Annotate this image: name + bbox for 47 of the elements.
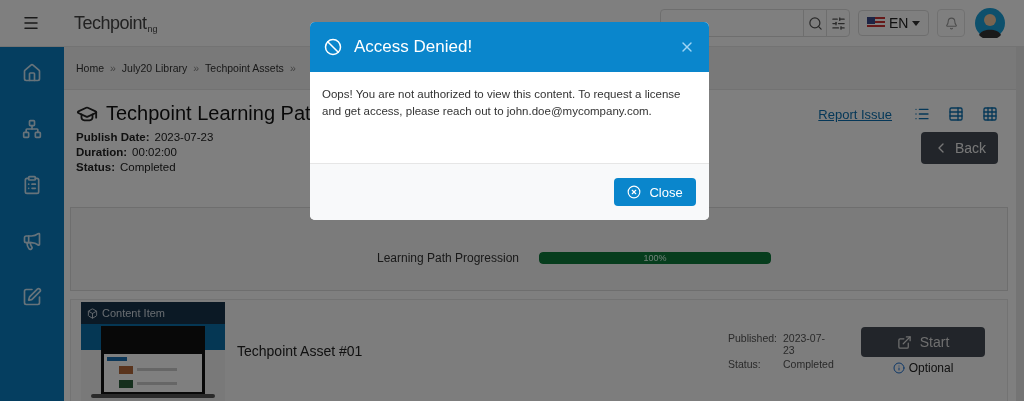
info-icon [892,362,905,374]
progress-label: Learning Path Progression [376,251,520,265]
start-button[interactable]: Start [861,327,985,357]
clipboard-icon[interactable] [22,175,42,195]
language-dropdown[interactable]: EN [858,10,930,36]
meta-value: Completed [120,161,176,173]
edit-icon[interactable] [22,287,42,307]
menu-icon[interactable] [22,14,40,32]
dialog-title: Access Denied! [354,37,474,57]
close-button[interactable]: Close [614,178,696,206]
megaphone-icon[interactable] [22,231,42,251]
breadcrumb-separator: » [193,62,200,74]
table-view-icon[interactable] [948,106,964,122]
report-issue-link[interactable]: Report Issue [818,106,892,122]
blocked-icon [324,38,342,56]
published-date: 2023-07-23 [783,332,827,356]
close-circle-icon [627,185,642,199]
meta-label: Publish Date: [76,131,150,143]
avatar[interactable] [975,8,1006,38]
flag-icon [867,17,885,29]
breadcrumb-link[interactable]: July20 Library [121,62,188,74]
breadcrumb-separator: » [110,62,116,74]
progress-reading: 100% [642,252,668,264]
cube-icon [87,307,98,319]
published-label: Published: [728,332,779,346]
meta-label: Duration: [76,146,128,158]
meta-value: 00:02:00 [132,146,177,158]
content-badge: Content Item [81,302,225,324]
back-button[interactable]: Back [920,132,998,164]
home-icon[interactable] [22,63,42,83]
external-link-icon [896,334,912,350]
optional-note: Optional [908,361,954,375]
list-view-icon[interactable] [914,106,930,122]
breadcrumb-link[interactable]: Home [76,62,104,74]
page-title: Techpoint Learning Pat [106,102,311,125]
hierarchy-icon[interactable] [22,119,42,139]
content-title: Techpoint Asset #01 [237,343,364,359]
grid-view-icon[interactable] [982,106,998,122]
breadcrumb-separator: » [289,62,296,74]
notification-icon[interactable] [937,9,966,37]
dialog-message: Oops! You are not authorized to view this content. To request a license and get access, please reach out to john.doe@mycompany.com. [322,87,682,119]
breadcrumb-link[interactable]: Techpoint Assets [205,62,284,74]
status-label: Status: [728,358,762,370]
meta-value: 2023-07-23 [154,131,214,143]
caret-icon [912,20,921,26]
status-value: Completed [783,358,835,370]
meta-label: Status: [76,161,115,173]
